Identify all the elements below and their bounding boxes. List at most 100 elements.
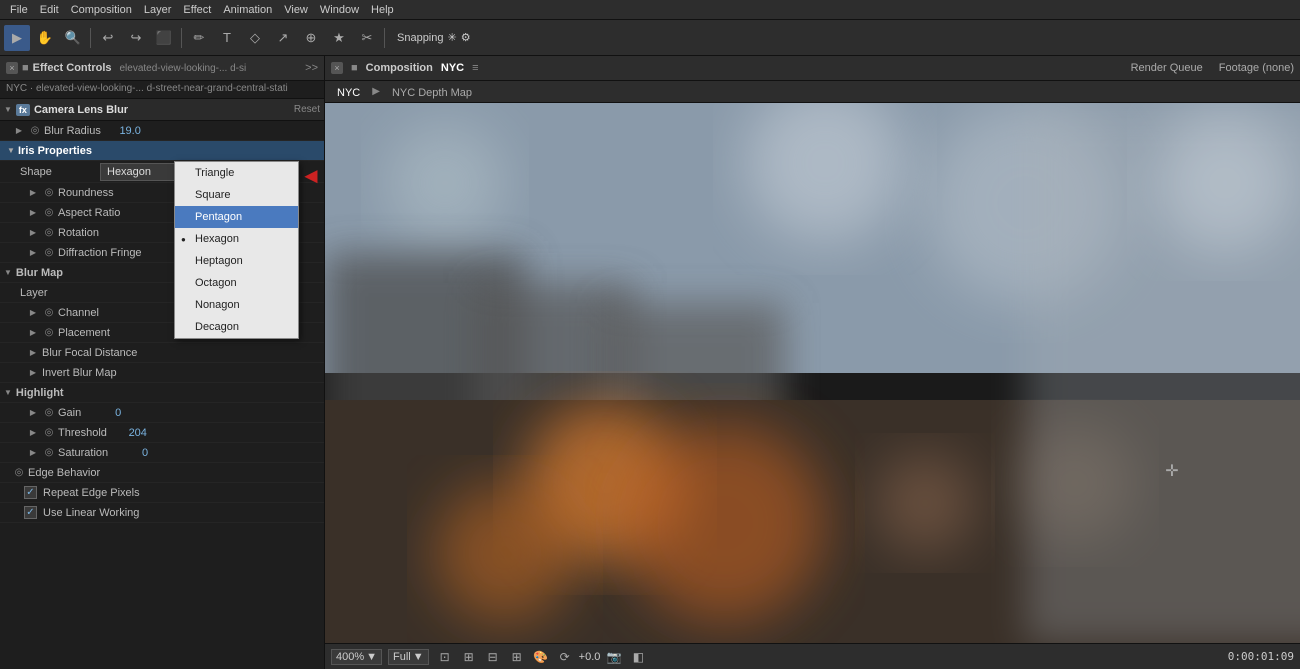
menu-view[interactable]: View (278, 4, 314, 16)
use-linear-row: Use Linear Working (0, 503, 324, 523)
tab-nyc-depth-label: NYC Depth Map (392, 87, 472, 99)
snapping-control[interactable]: Snapping ✳ ⚙ (397, 31, 471, 44)
aspect-ratio-indent: ▶ ◎ Aspect Ratio (26, 206, 120, 220)
threshold-value[interactable]: 204 (107, 427, 147, 439)
invert-blur-twirl[interactable]: ▶ (26, 366, 40, 380)
comp-view: ✛ (325, 103, 1300, 643)
blur-radius-row: ▶ ◎ Blur Radius 19.0 (0, 121, 324, 141)
saturation-indent: ▶ ◎ Saturation (26, 446, 108, 460)
panel-expand-button[interactable]: >> (305, 62, 318, 74)
effect-group-header[interactable]: ▼ fx Camera Lens Blur Reset (0, 99, 324, 121)
placement-label: Placement (58, 327, 110, 339)
threshold-twirl[interactable]: ▶ (26, 426, 40, 440)
dropdown-item-heptagon[interactable]: Heptagon (175, 250, 298, 272)
snapshot-icon[interactable]: 📷 (604, 647, 624, 667)
color-correct-icon[interactable]: 🎨 (531, 647, 551, 667)
quality-selector[interactable]: Full ▼ (388, 649, 429, 665)
tool-zoom[interactable]: 🔍 (60, 25, 86, 51)
footage-label[interactable]: Footage (none) (1219, 62, 1294, 74)
diffraction-twirl[interactable]: ▶ (26, 246, 40, 260)
reset-button[interactable]: Reset (294, 104, 320, 115)
tool-undo[interactable]: ↩ (95, 25, 121, 51)
use-linear-checkbox[interactable] (24, 506, 37, 519)
diffraction-icon: ◎ (42, 246, 56, 260)
blur-focal-twirl[interactable]: ▶ (26, 346, 40, 360)
iris-properties-row[interactable]: ▼ Iris Properties (0, 141, 324, 161)
tool-text[interactable]: T (214, 25, 240, 51)
dropdown-item-triangle[interactable]: Triangle (175, 162, 298, 184)
channel-twirl[interactable]: ▶ (26, 306, 40, 320)
aspect-ratio-twirl[interactable]: ▶ (26, 206, 40, 220)
tool-box[interactable]: ⬛ (151, 25, 177, 51)
dropdown-item-decagon[interactable]: Decagon (175, 316, 298, 338)
saturation-value[interactable]: 0 (108, 447, 148, 459)
rotation-reset-icon[interactable]: ⟳ (555, 647, 575, 667)
zoom-selector[interactable]: 400% ▼ (331, 649, 382, 665)
panel-close-button[interactable]: × (6, 62, 18, 74)
saturation-twirl[interactable]: ▶ (26, 446, 40, 460)
tool-rotate[interactable]: ↗ (270, 25, 296, 51)
toggle-rulers-icon[interactable]: ⊞ (507, 647, 527, 667)
blur-focal-label: Blur Focal Distance (42, 347, 137, 359)
menu-animation[interactable]: Animation (217, 4, 278, 16)
toggle-guides-icon[interactable]: ⊟ (483, 647, 503, 667)
dropdown-item-hexagon[interactable]: Hexagon (175, 228, 298, 250)
blur-focal-distance-row: ▶ Blur Focal Distance (0, 343, 324, 363)
channel-icon: ◎ (42, 306, 56, 320)
layer-label: Layer (20, 287, 48, 299)
menu-window[interactable]: Window (314, 4, 365, 16)
gain-twirl[interactable]: ▶ (26, 406, 40, 420)
comp-close-button[interactable]: × (331, 62, 343, 74)
channel-indent: ▶ ◎ Channel (26, 306, 99, 320)
menu-effect[interactable]: Effect (177, 4, 217, 16)
highlight-label: Highlight (16, 387, 64, 399)
saturation-label: Saturation (58, 447, 108, 459)
dropdown-item-octagon[interactable]: Octagon (175, 272, 298, 294)
tool-hand[interactable]: ✋ (32, 25, 58, 51)
tool-shape[interactable]: ◇ (242, 25, 268, 51)
blur-radius-twirl[interactable]: ▶ (12, 124, 26, 138)
tool-scissors[interactable]: ✂ (354, 25, 380, 51)
menu-composition[interactable]: Composition (65, 4, 138, 16)
show-snapshot-icon[interactable]: ◧ (628, 647, 648, 667)
shape-value: Hexagon (107, 166, 151, 178)
comp-panel-header: × ■ Composition NYC ≡ Render Queue Foota… (325, 56, 1300, 81)
render-queue-label[interactable]: Render Queue (1131, 62, 1203, 74)
target-crosshair: ✛ (1164, 463, 1180, 479)
placement-twirl[interactable]: ▶ (26, 326, 40, 340)
dropdown-item-nonagon[interactable]: Nonagon (175, 294, 298, 316)
invert-blur-indent: ▶ Invert Blur Map (26, 366, 117, 380)
comp-name: NYC (441, 62, 464, 74)
highlight-section[interactable]: ▼ Highlight (0, 383, 324, 403)
menu-edit[interactable]: Edit (34, 4, 65, 16)
highlight-twirl[interactable]: ▼ (4, 388, 12, 397)
gain-row: ▶ ◎ Gain 0 (0, 403, 324, 423)
iris-twirl[interactable]: ▼ (4, 144, 18, 158)
tool-redo[interactable]: ↪ (123, 25, 149, 51)
comp-menu-icon[interactable]: ≡ (472, 62, 478, 74)
gain-value[interactable]: 0 (81, 407, 121, 419)
comp-background (325, 103, 1300, 643)
channel-label: Channel (58, 307, 99, 319)
tool-pen[interactable]: ✏ (186, 25, 212, 51)
roundness-twirl[interactable]: ▶ (26, 186, 40, 200)
dropdown-item-square[interactable]: Square (175, 184, 298, 206)
menu-file[interactable]: File (4, 4, 34, 16)
shape-dropdown-menu[interactable]: Triangle Square Pentagon Hexagon Heptago… (174, 161, 299, 339)
shape-label: Shape (20, 166, 80, 178)
blur-map-twirl[interactable]: ▼ (4, 268, 12, 277)
repeat-edge-checkbox[interactable] (24, 486, 37, 499)
rotation-twirl[interactable]: ▶ (26, 226, 40, 240)
effect-name: Camera Lens Blur (34, 104, 128, 116)
tool-select[interactable]: ▶ (4, 25, 30, 51)
rotation-icon: ◎ (42, 226, 56, 240)
toggle-grid-icon[interactable]: ⊞ (459, 647, 479, 667)
blur-radius-value[interactable]: 19.0 (101, 125, 141, 137)
menu-layer[interactable]: Layer (138, 4, 178, 16)
bottom-bar: 400% ▼ Full ▼ ⊡ ⊞ ⊟ ⊞ 🎨 ⟳ +0.0 📷 ◧ 0:00:… (325, 643, 1300, 669)
tool-anchor[interactable]: ⊕ (298, 25, 324, 51)
menu-help[interactable]: Help (365, 4, 400, 16)
tool-star[interactable]: ★ (326, 25, 352, 51)
toggle-transparency-icon[interactable]: ⊡ (435, 647, 455, 667)
dropdown-item-pentagon[interactable]: Pentagon (175, 206, 298, 228)
